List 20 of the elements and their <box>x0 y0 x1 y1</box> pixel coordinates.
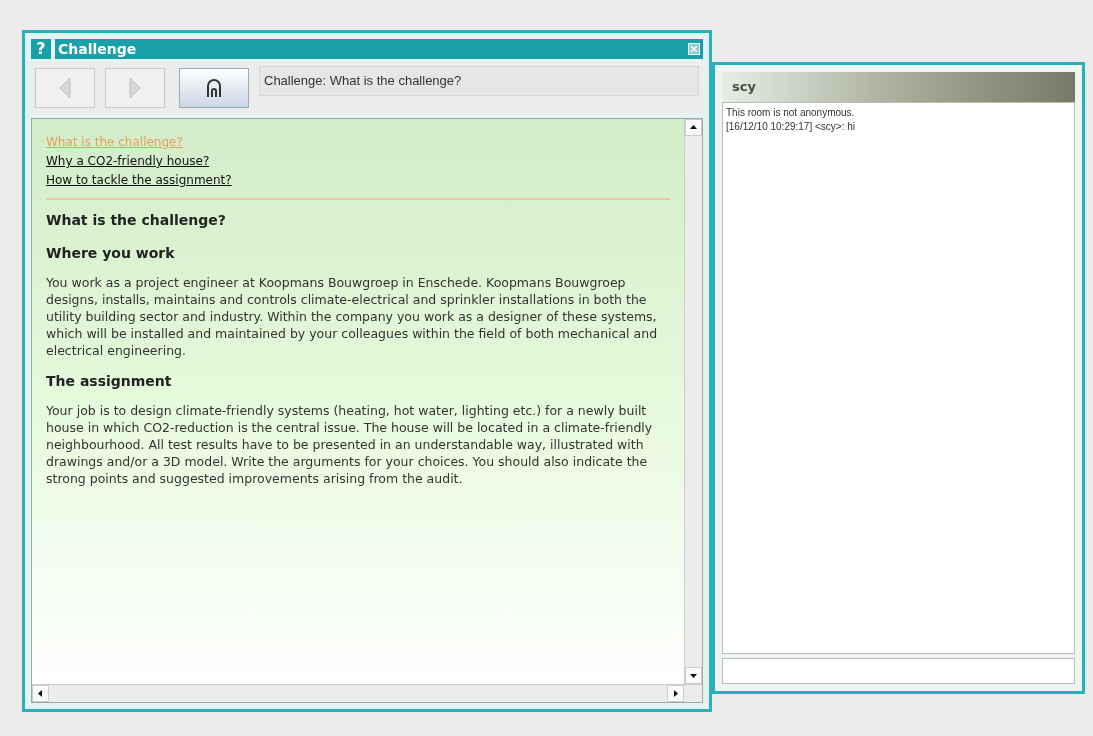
chat-message: This room is not anonymous. <box>726 106 856 120</box>
horizontal-scrollbar[interactable] <box>32 684 702 702</box>
message-input[interactable] <box>722 658 1075 684</box>
paragraph: Your job is to design climate-friendly systems (heating, hot water, lighting etc.) for a newly built house in which CO2-reduction is the central issue. The house will be located in a climate-friendly neighbourhood. All test results have to be presented in an understandable way, illustrated with drawings and/or a 3D model. Write the arguments for your choices. You should also indicate the strong points and suggested improvements arising from the audit. <box>46 402 654 487</box>
page-title: What is the challenge? <box>46 211 227 230</box>
home-icon <box>205 77 223 99</box>
close-icon[interactable] <box>688 43 700 55</box>
vertical-scrollbar[interactable] <box>684 119 702 684</box>
chat-message: [16/12/10 10:29:17] <scy>: hi <box>726 120 856 134</box>
home-button[interactable] <box>179 68 249 108</box>
topic-link[interactable]: Why a CO2-friendly house? <box>46 152 210 170</box>
paragraph: You work as a project engineer at Koopmans Bouwgroep in Enschede. Koopmans Bouwgroep designs, installs, maintains and controls climate-electrical and sprinkler installations in both the utility building sector and industry. Within the company you work as a designer of these systems, which will be installed and maintained by your colleagues within the field of both mechanical and electrical engineering. <box>46 274 659 359</box>
window-title: Challenge <box>58 39 137 59</box>
right-arrow-icon <box>129 77 141 99</box>
section-heading: The assignment <box>46 372 173 391</box>
left-arrow-icon <box>59 77 71 99</box>
chat-title: scy <box>732 78 756 97</box>
location-field: Challenge: What is the challenge? <box>259 66 699 96</box>
section-heading: Where you work <box>46 244 176 263</box>
topic-link[interactable]: How to tackle the assignment? <box>46 171 232 189</box>
